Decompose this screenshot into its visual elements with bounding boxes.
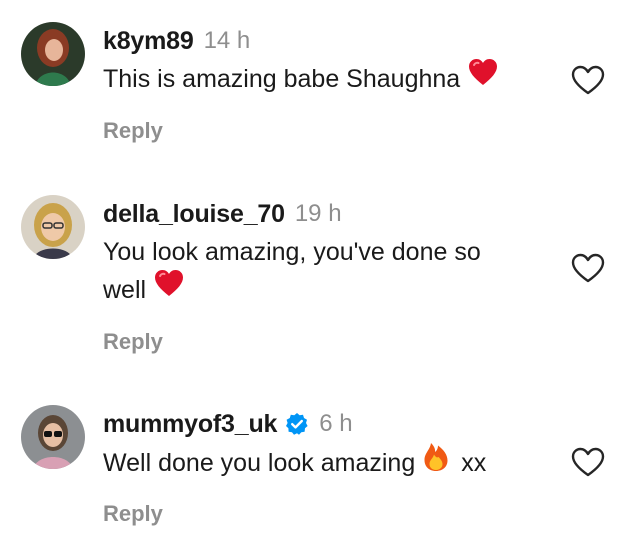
username[interactable]: mummyof3_uk (103, 410, 277, 439)
reply-button[interactable]: Reply (103, 329, 163, 355)
like-heart-icon[interactable] (570, 64, 606, 96)
comment-text-suffix: xx (461, 449, 487, 478)
comment-text: Well done you look amazing (103, 449, 416, 478)
username[interactable]: della_louise_70 (103, 200, 285, 229)
avatar[interactable] (21, 22, 85, 86)
username[interactable]: k8ym89 (103, 27, 194, 56)
timestamp: 6 h (319, 410, 353, 437)
timestamp: 19 h (294, 200, 342, 227)
reply-button[interactable]: Reply (103, 501, 163, 527)
comment-text-line: You look amazing, you've done so (103, 238, 481, 266)
red-heart-emoji-icon (468, 58, 498, 97)
like-heart-icon[interactable] (570, 446, 606, 478)
avatar[interactable] (21, 405, 85, 469)
timestamp: 14 h (203, 27, 251, 54)
comment-text-line: well (103, 276, 147, 304)
avatar[interactable] (21, 195, 85, 259)
verified-badge-icon (285, 412, 309, 436)
fire-emoji-icon (423, 440, 449, 483)
reply-button[interactable]: Reply (103, 118, 163, 144)
red-heart-emoji-icon (154, 269, 184, 308)
comment-text: This is amazing babe Shaughna (103, 65, 461, 93)
like-heart-icon[interactable] (570, 252, 606, 284)
